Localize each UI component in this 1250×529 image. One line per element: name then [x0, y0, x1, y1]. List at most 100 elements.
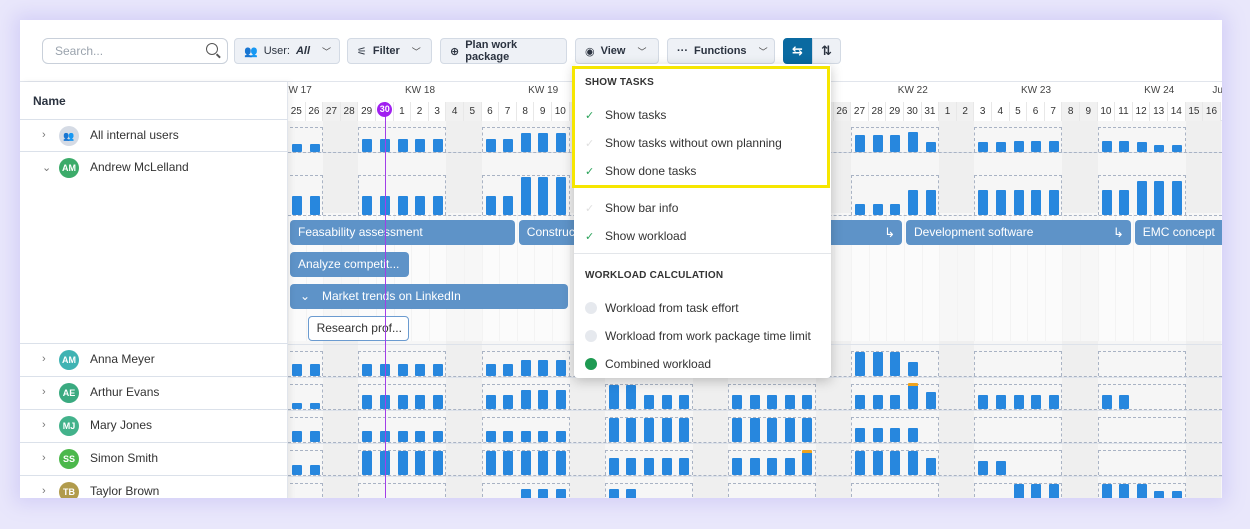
- workload-bar[interactable]: [485, 431, 496, 442]
- workload-bar[interactable]: [1013, 141, 1024, 152]
- workload-bar[interactable]: [872, 427, 883, 442]
- workload-bar[interactable]: [309, 196, 320, 215]
- day-header[interactable]: 6: [1027, 102, 1045, 121]
- workload-bar[interactable]: [908, 190, 918, 215]
- workload-bar[interactable]: [679, 394, 690, 409]
- workload-bar[interactable]: [978, 394, 989, 409]
- day-header[interactable]: 8: [1062, 102, 1080, 121]
- workload-bar[interactable]: [1136, 180, 1147, 215]
- day-header[interactable]: 3: [974, 102, 992, 121]
- workload-bar[interactable]: [661, 394, 672, 409]
- workload-bar[interactable]: [908, 451, 918, 475]
- workload-bar[interactable]: [397, 451, 408, 475]
- workload-bar[interactable]: [679, 458, 690, 475]
- task-bar[interactable]: Research prof...: [307, 316, 410, 341]
- workload-bar[interactable]: [1172, 491, 1182, 498]
- day-header[interactable]: 16: [1203, 102, 1221, 121]
- workload-bar[interactable]: [1154, 144, 1165, 152]
- workload-bar[interactable]: [626, 488, 637, 498]
- workload-bar[interactable]: [503, 431, 514, 442]
- day-header[interactable]: 4: [446, 102, 464, 121]
- day-header[interactable]: 27: [851, 102, 869, 121]
- filter-button[interactable]: ⚟ Filter ﹀: [347, 38, 432, 64]
- day-header[interactable]: 29: [886, 102, 904, 121]
- workload-bar[interactable]: [767, 394, 778, 409]
- workload-bar[interactable]: [485, 364, 496, 376]
- workload-bar[interactable]: [978, 460, 989, 475]
- chevron-down-icon[interactable]: ⌄: [300, 284, 322, 309]
- workload-bar[interactable]: [1136, 484, 1147, 498]
- workload-bar[interactable]: [415, 364, 426, 376]
- functions-button[interactable]: ··· Functions ﹀: [667, 38, 775, 64]
- workload-bar[interactable]: [520, 132, 531, 152]
- day-header[interactable]: 7: [1044, 102, 1063, 121]
- workload-bar[interactable]: [644, 458, 654, 475]
- workload-bar[interactable]: [679, 418, 690, 442]
- workload-bar[interactable]: [908, 361, 918, 376]
- workload-bar[interactable]: [802, 418, 813, 442]
- menu-item-radio[interactable]: Workload from work package time limit: [585, 329, 811, 343]
- workload-bar[interactable]: [978, 142, 989, 152]
- chevron-right-icon[interactable]: ›: [42, 386, 46, 398]
- workload-bar[interactable]: [925, 392, 936, 409]
- workload-bar[interactable]: [538, 389, 549, 409]
- day-header[interactable]: 10: [1097, 102, 1116, 121]
- workload-bar[interactable]: [309, 403, 320, 409]
- workload-bar[interactable]: [890, 427, 901, 442]
- workload-bar[interactable]: [432, 364, 443, 376]
- view-button[interactable]: ◉ View ﹀: [575, 38, 659, 64]
- day-header[interactable]: 29: [358, 102, 376, 121]
- workload-bar[interactable]: [485, 394, 496, 409]
- workload-bar[interactable]: [432, 394, 443, 409]
- workload-bar[interactable]: [415, 451, 426, 475]
- day-header[interactable]: 27: [323, 102, 341, 121]
- menu-item-checkbox[interactable]: ✓ Show workload: [585, 229, 686, 243]
- workload-bar[interactable]: [1013, 394, 1024, 409]
- workload-bar[interactable]: [432, 138, 443, 152]
- day-header[interactable]: 5: [1009, 102, 1028, 121]
- workload-bar[interactable]: [432, 196, 443, 215]
- workload-bar[interactable]: [397, 431, 408, 442]
- workload-bar[interactable]: [872, 352, 883, 376]
- workload-bar[interactable]: [1048, 484, 1059, 498]
- task-bar[interactable]: ⌄ Market trends on LinkedIn: [290, 284, 568, 309]
- workload-bar[interactable]: [520, 177, 531, 215]
- workload-bar[interactable]: [890, 451, 901, 475]
- workload-bar[interactable]: [397, 138, 408, 152]
- task-bar[interactable]: EMC concept: [1134, 220, 1222, 245]
- day-header[interactable]: 9: [534, 102, 552, 121]
- workload-bar[interactable]: [503, 364, 514, 376]
- workload-bar[interactable]: [292, 364, 302, 376]
- workload-bar[interactable]: [855, 451, 866, 475]
- workload-bar[interactable]: [732, 418, 742, 442]
- day-header[interactable]: 25: [288, 102, 306, 121]
- workload-bar[interactable]: [556, 177, 566, 215]
- workload-bar[interactable]: [890, 352, 901, 376]
- day-header[interactable]: 13: [1150, 102, 1168, 121]
- resource-row[interactable]: › SS Simon Smith: [20, 442, 288, 475]
- workload-bar[interactable]: [1119, 190, 1130, 215]
- workload-bar[interactable]: [872, 203, 883, 215]
- plan-work-package-button[interactable]: ⊕ Plan work package: [440, 38, 567, 64]
- workload-bar[interactable]: [749, 394, 760, 409]
- workload-bar[interactable]: [1154, 491, 1165, 498]
- workload-bar[interactable]: [397, 196, 408, 215]
- resource-row[interactable]: › MJ Mary Jones: [20, 409, 288, 442]
- menu-item-checkbox[interactable]: ✓ Show done tasks: [585, 164, 696, 178]
- user-filter-button[interactable]: 👥 User: All ﹀: [234, 38, 340, 64]
- workload-bar[interactable]: [520, 360, 531, 376]
- workload-bar[interactable]: [890, 394, 901, 409]
- menu-item-checkbox[interactable]: ✓ Show tasks without own planning: [585, 136, 782, 150]
- menu-item-radio[interactable]: Workload from task effort: [585, 301, 739, 315]
- workload-bar[interactable]: [415, 431, 426, 442]
- workload-bar[interactable]: [608, 418, 619, 442]
- workload-bar[interactable]: [661, 418, 672, 442]
- workload-bar[interactable]: [872, 394, 883, 409]
- workload-bar[interactable]: [890, 203, 901, 215]
- workload-bar[interactable]: [520, 431, 531, 442]
- workload-bar[interactable]: [309, 431, 320, 442]
- workload-bar[interactable]: [485, 196, 496, 215]
- workload-bar[interactable]: [784, 394, 795, 409]
- workload-bar[interactable]: [485, 138, 496, 152]
- workload-bar[interactable]: [749, 458, 760, 475]
